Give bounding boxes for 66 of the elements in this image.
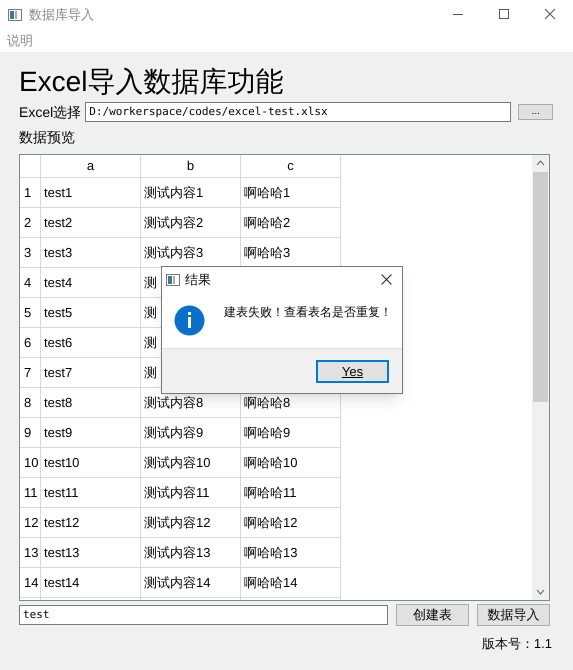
table-cell: 测试内容12 bbox=[141, 508, 241, 538]
table-cell: test5 bbox=[41, 298, 141, 328]
table-cell: 啊哈哈10 bbox=[241, 448, 341, 478]
table-cell: test2 bbox=[41, 208, 141, 238]
table-cell: test3 bbox=[41, 238, 141, 268]
table-cell: 测试内容13 bbox=[141, 538, 241, 568]
info-icon bbox=[174, 304, 205, 336]
table-cell: 啊哈哈2 bbox=[241, 208, 341, 238]
yes-button[interactable]: Yes bbox=[316, 360, 389, 382]
table-cell: 测试内容2 bbox=[141, 208, 241, 238]
row-number: 6 bbox=[20, 328, 41, 358]
window-title: 数据库导入 bbox=[29, 6, 94, 24]
table-cell: 测试内容9 bbox=[141, 418, 241, 448]
table-cell: test7 bbox=[41, 358, 141, 388]
row-number: 14 bbox=[20, 568, 41, 598]
table-name-field[interactable]: test bbox=[19, 605, 388, 625]
table-cell: test6 bbox=[41, 328, 141, 358]
dialog-title: 结果 bbox=[185, 270, 211, 289]
action-button[interactable]: 数据导入 bbox=[477, 604, 550, 626]
table-cell: 啊哈哈9 bbox=[241, 418, 341, 448]
row-number: 7 bbox=[20, 358, 41, 388]
menu-item[interactable]: 说明 bbox=[7, 31, 33, 51]
table-cell: test12 bbox=[41, 508, 141, 538]
version-label: 版本号：1.1 bbox=[482, 635, 552, 653]
row-number: 11 bbox=[20, 478, 41, 508]
row-number: 12 bbox=[20, 508, 41, 538]
row-number: 5 bbox=[20, 298, 41, 328]
table-cell: test11 bbox=[41, 478, 141, 508]
close-icon[interactable] bbox=[381, 274, 392, 285]
table-cell: test1 bbox=[41, 178, 141, 208]
table-cell: 啊哈哈11 bbox=[241, 478, 341, 508]
column-header[interactable]: c bbox=[241, 155, 341, 178]
column-header[interactable]: a bbox=[41, 155, 141, 178]
table-cell: 测试内容11 bbox=[141, 478, 241, 508]
browse-button[interactable]: ... bbox=[518, 104, 554, 120]
table-cell: 测试内容14 bbox=[141, 568, 241, 598]
app-icon bbox=[166, 274, 180, 286]
table-cell: test13 bbox=[41, 538, 141, 568]
app-icon bbox=[8, 9, 22, 21]
row-number: 4 bbox=[20, 268, 41, 298]
row-number: 8 bbox=[20, 388, 41, 418]
field-label: Excel选择 bbox=[19, 102, 82, 122]
table-cell: test10 bbox=[41, 448, 141, 478]
file-path-field[interactable]: D:/workerspace/codes/excel-test.xlsx bbox=[85, 102, 512, 122]
row-number: 13 bbox=[20, 538, 41, 568]
page-heading: Excel导入数据库功能 bbox=[19, 65, 284, 99]
scrollbar[interactable] bbox=[532, 155, 549, 600]
table-cell: test8 bbox=[41, 388, 141, 418]
row-number: 3 bbox=[20, 238, 41, 268]
action-button[interactable]: 创建表 bbox=[396, 604, 469, 626]
table-cell: 啊哈哈12 bbox=[241, 508, 341, 538]
row-number: 10 bbox=[20, 448, 41, 478]
row-number: 9 bbox=[20, 418, 41, 448]
table-cell: 测试内容1 bbox=[141, 178, 241, 208]
row-number: 2 bbox=[20, 208, 41, 238]
table-cell: test9 bbox=[41, 418, 141, 448]
column-header[interactable]: b bbox=[141, 155, 241, 178]
section-label: 数据预览 bbox=[19, 128, 76, 147]
row-number: 1 bbox=[20, 178, 41, 208]
table-cell: 啊哈哈14 bbox=[241, 568, 341, 598]
table-cell: 测试内容10 bbox=[141, 448, 241, 478]
table-cell: 啊哈哈1 bbox=[241, 178, 341, 208]
scrollbar-thumb[interactable] bbox=[533, 172, 548, 402]
table-cell: test14 bbox=[41, 568, 141, 598]
table-cell: 啊哈哈13 bbox=[241, 538, 341, 568]
table-cell: test4 bbox=[41, 268, 141, 298]
